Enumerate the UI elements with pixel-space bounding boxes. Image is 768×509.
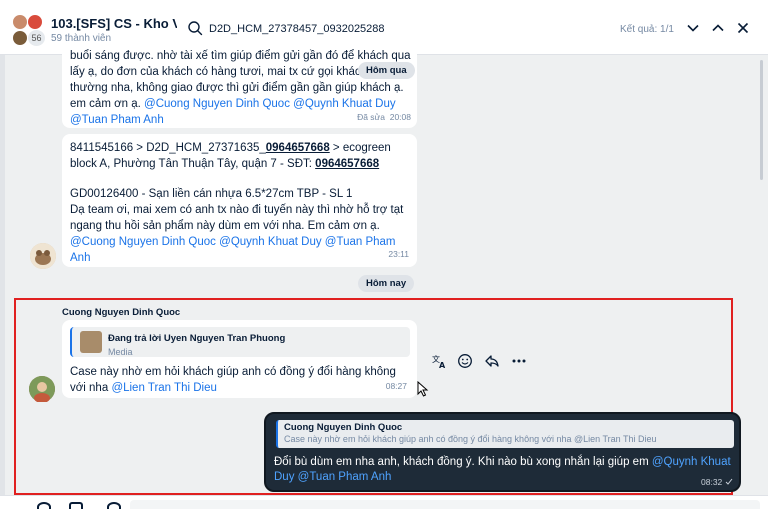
- mention-link[interactable]: @Tuan Pham Anh: [298, 471, 392, 483]
- mention-link[interactable]: @Quynh Khuat Duy: [219, 236, 321, 248]
- message-time: 08:27: [385, 381, 407, 391]
- close-search-button[interactable]: [733, 18, 753, 38]
- message-text: Đổi bù dùm em nha anh, khách đồng ý. Khi…: [274, 456, 649, 468]
- member-avatar: [12, 14, 28, 30]
- reply-quote[interactable]: Đang trả lời Uyen Nguyen Tran Phuong Med…: [70, 327, 410, 357]
- time-label: 20:08: [389, 112, 411, 122]
- dog-avatar-icon: [30, 243, 56, 269]
- date-separator: Hôm nay: [358, 275, 415, 292]
- attachment-icon[interactable]: [107, 502, 121, 509]
- media-thumbnail: [80, 331, 102, 353]
- message-text: với nha: [70, 382, 109, 394]
- search-input[interactable]: [209, 20, 579, 38]
- message-text-line: @Cuong Nguyen Dinh Quoc @Quynh Khuat Duy…: [70, 234, 396, 250]
- sticker-icon[interactable]: [37, 502, 51, 509]
- edited-label: Đã sửa: [357, 112, 385, 122]
- message-bubble[interactable]: Đang trả lời Uyen Nguyen Tran Phuong Med…: [62, 320, 417, 398]
- mention-link[interactable]: Anh: [70, 252, 90, 264]
- message-text-line: @Tuan Pham Anh: [70, 112, 164, 128]
- search-prev-button[interactable]: [708, 18, 728, 38]
- translate-icon: 文 A: [432, 354, 446, 369]
- message-text-line: Anh: [70, 250, 90, 266]
- message-text: Dạ team ơi, mai xem có anh tx nào đi tuy…: [70, 204, 404, 216]
- message-text-line: Đổi bù dùm em nha anh, khách đồng ý. Khi…: [274, 456, 731, 468]
- check-icon: [725, 478, 733, 485]
- message-time: 23:11: [388, 249, 409, 259]
- message-text: > ecogreen: [329, 142, 391, 154]
- mention-link[interactable]: @Tuan Pham: [325, 236, 396, 248]
- quote-sender: Cuong Nguyen Dinh Quoc: [284, 422, 403, 433]
- close-icon: [737, 22, 749, 34]
- sender-name[interactable]: Cuong Nguyen Dinh Quoc: [62, 307, 180, 318]
- quote-text: Case này nhờ em hỏi khách giúp anh có đồ…: [284, 434, 657, 444]
- message-time: Đã sửa 20:08: [357, 109, 411, 125]
- image-icon[interactable]: [69, 502, 83, 509]
- member-avatar: [12, 30, 28, 46]
- message-bubble[interactable]: buổi sáng được. nhờ tài xế tìm giúp điểm…: [62, 42, 417, 128]
- message-text-line: block A, Phường Tân Thuận Tây, quận 7 - …: [70, 156, 379, 172]
- message-text-line: Duy @Tuan Pham Anh: [274, 471, 391, 483]
- member-avatar: [27, 14, 43, 30]
- svg-text:A: A: [439, 361, 446, 369]
- search-result-count: Kết quả: 1/1: [620, 24, 674, 35]
- message-text-line: 8411545166 > D2D_HCM_27371635_0964657668…: [70, 140, 391, 156]
- mention-link[interactable]: @Quynh Khuat: [652, 456, 731, 468]
- reply-icon: [485, 355, 499, 367]
- mention-link[interactable]: @Cuong Nguyen Dinh Quoc: [70, 236, 216, 248]
- reaction-button[interactable]: [455, 351, 475, 371]
- message-time: 08:32: [701, 477, 733, 487]
- reply-quote[interactable]: Cuong Nguyen Dinh Quoc Case này nhờ em h…: [276, 420, 734, 448]
- phone-link[interactable]: 0964657668: [266, 142, 330, 154]
- message-text: em cảm ơn ạ.: [70, 98, 141, 110]
- chevron-down-icon: [687, 24, 699, 32]
- time-label: 08:32: [701, 477, 723, 487]
- chevron-up-icon: [712, 24, 724, 32]
- more-actions-button[interactable]: [509, 351, 529, 371]
- member-count-badge: 56: [28, 30, 45, 46]
- group-title[interactable]: 103.[SFS] CS - Kho Vận: [51, 16, 196, 31]
- phone-link[interactable]: 0964657668: [315, 158, 379, 170]
- left-divider: [0, 55, 5, 495]
- message-text-line: với nha @Lien Tran Thi Dieu: [70, 380, 217, 396]
- mouse-cursor-icon: [417, 381, 429, 397]
- emoji-icon: [458, 354, 472, 368]
- message-text: GD00126400 - Sạn liền cán nhựa 6.5*27cm …: [70, 188, 353, 200]
- avatar[interactable]: [29, 376, 55, 403]
- reply-button[interactable]: [482, 351, 502, 371]
- message-text-line: em cảm ơn ạ. @Cuong Nguyen Dinh Quoc @Qu…: [70, 96, 396, 112]
- search-next-button[interactable]: [683, 18, 703, 38]
- mention-link[interactable]: @Tuan Pham Anh: [70, 114, 164, 126]
- reply-label: Đang trả lời Uyen Nguyen Tran Phuong: [108, 333, 286, 344]
- avatar[interactable]: [30, 243, 56, 269]
- message-text: lấy ạ, do đơn của khách có hàng tươi, ma…: [70, 66, 368, 78]
- mention-link[interactable]: Duy: [274, 471, 294, 483]
- scrollbar[interactable]: [760, 60, 763, 180]
- message-text: thường nha, không giao được thì gửi điểm…: [70, 82, 404, 94]
- message-text: ngang thu hồi sản phẩm này dùm em với nh…: [70, 220, 380, 232]
- search-icon: [188, 21, 203, 36]
- user-photo-icon: [29, 376, 55, 403]
- group-avatar[interactable]: 56: [12, 14, 45, 46]
- reply-media-label: Media: [108, 347, 133, 357]
- translate-button[interactable]: 文 A: [429, 351, 449, 371]
- date-separator: Hôm qua: [358, 62, 415, 79]
- message-bubble[interactable]: 8411545166 > D2D_HCM_27371635_0964657668…: [62, 134, 417, 267]
- message-text: Case này nhờ em hỏi khách giúp anh có đồ…: [70, 366, 396, 378]
- mention-link[interactable]: @Lien Tran Thi Dieu: [111, 382, 216, 394]
- message-input[interactable]: [130, 500, 760, 509]
- message-text: block A, Phường Tân Thuận Tây, quận 7 - …: [70, 158, 316, 170]
- more-icon: [512, 359, 526, 363]
- message-text: 8411545166 > D2D_HCM_27371635_: [70, 142, 266, 154]
- chat-window: 56 103.[SFS] CS - Kho Vận 59 thành viên …: [0, 0, 768, 509]
- mention-link[interactable]: @Cuong Nguyen Dinh Quoc: [144, 98, 290, 110]
